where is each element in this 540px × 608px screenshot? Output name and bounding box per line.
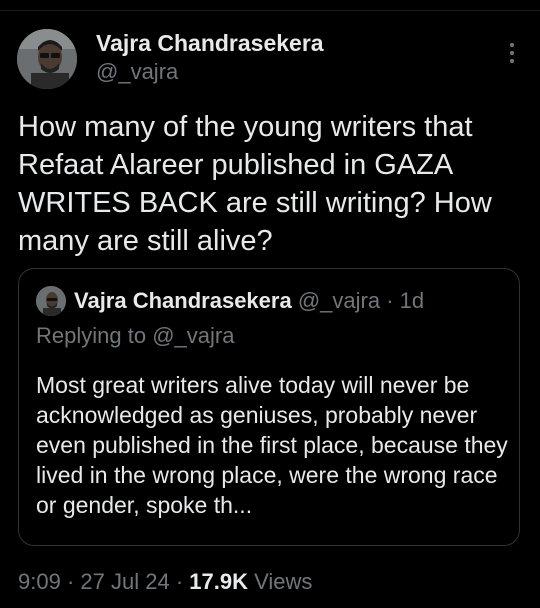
quoted-header: Vajra Chandrasekera @_vajra · 1d xyxy=(74,285,424,317)
quoted-display-name[interactable]: Vajra Chandrasekera xyxy=(74,288,292,313)
tweet-text: How many of the young writers that Refaa… xyxy=(18,111,492,257)
more-vertical-icon[interactable] xyxy=(500,36,524,70)
quoted-timestamp[interactable]: 1d xyxy=(400,288,424,313)
views-count[interactable]: 17.9K xyxy=(189,569,248,594)
avatar-photo xyxy=(17,29,77,89)
views-label: Views xyxy=(254,569,313,594)
quoted-handle[interactable]: @_vajra xyxy=(298,288,380,313)
post-time[interactable]: 9:09 xyxy=(18,569,61,594)
handle[interactable]: @_vajra xyxy=(96,58,324,86)
avatar[interactable] xyxy=(17,29,77,89)
replying-prefix: Replying to xyxy=(36,323,147,348)
post-date[interactable]: 27 Jul 24 xyxy=(80,569,169,594)
replying-handle-link[interactable]: @_vajra xyxy=(152,323,234,348)
quoted-avatar[interactable] xyxy=(36,286,66,316)
tweet-meta: 9:09 · 27 Jul 24 · 17.9K Views xyxy=(18,566,312,598)
author-block: Vajra Chandrasekera @_vajra xyxy=(96,28,324,86)
top-divider xyxy=(0,10,540,11)
meta-separator: · xyxy=(175,569,184,594)
replying-to: Replying to @_vajra xyxy=(36,321,234,351)
quoted-tweet-card[interactable]: Vajra Chandrasekera @_vajra · 1d Replyin… xyxy=(18,268,520,546)
display-name[interactable]: Vajra Chandrasekera xyxy=(96,28,324,58)
meta-separator: · xyxy=(66,569,75,594)
quoted-avatar-photo xyxy=(36,286,66,316)
quoted-separator: · xyxy=(386,288,394,313)
quoted-tweet-text: Most great writers alive today will neve… xyxy=(36,372,508,518)
